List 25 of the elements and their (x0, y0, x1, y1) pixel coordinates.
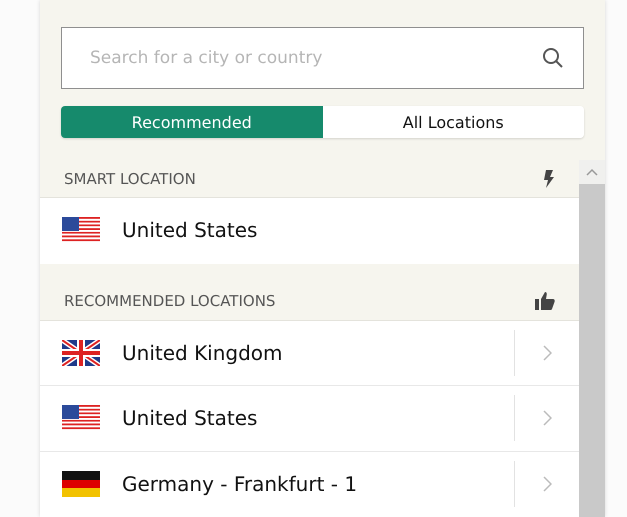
location-name: Germany - Frankfurt - 1 (122, 472, 358, 496)
section-title: SMART LOCATION (64, 170, 196, 188)
location-row[interactable]: United States (40, 198, 579, 264)
tab[interactable]: All Locations (322, 106, 584, 138)
chevron-right-icon (542, 476, 552, 492)
thumbs-up-icon (535, 292, 555, 310)
location-name: United States (122, 406, 258, 430)
chevron-right-icon (542, 410, 552, 426)
chevron-right-icon (542, 344, 552, 361)
lightning-icon (543, 170, 555, 188)
uk-flag-icon (62, 340, 100, 366)
us-flag-icon (62, 217, 100, 244)
section-title: RECOMMENDED LOCATIONS (64, 292, 276, 310)
search-icon[interactable] (542, 47, 564, 69)
chevron-up-icon[interactable] (586, 168, 598, 176)
us-flag-icon (62, 405, 100, 432)
location-name: United Kingdom (122, 340, 284, 365)
search-field[interactable]: Search for a city or country (61, 27, 584, 89)
tab[interactable]: Recommended (61, 106, 322, 138)
location-name: United States (122, 218, 258, 242)
location-row[interactable]: United Kingdom (40, 320, 579, 386)
germany-flag-icon (62, 470, 100, 497)
location-row[interactable]: Germany - Frankfurt - 1 (40, 452, 579, 517)
location-row[interactable]: United States (40, 386, 579, 452)
scrollbar[interactable] (579, 160, 605, 517)
